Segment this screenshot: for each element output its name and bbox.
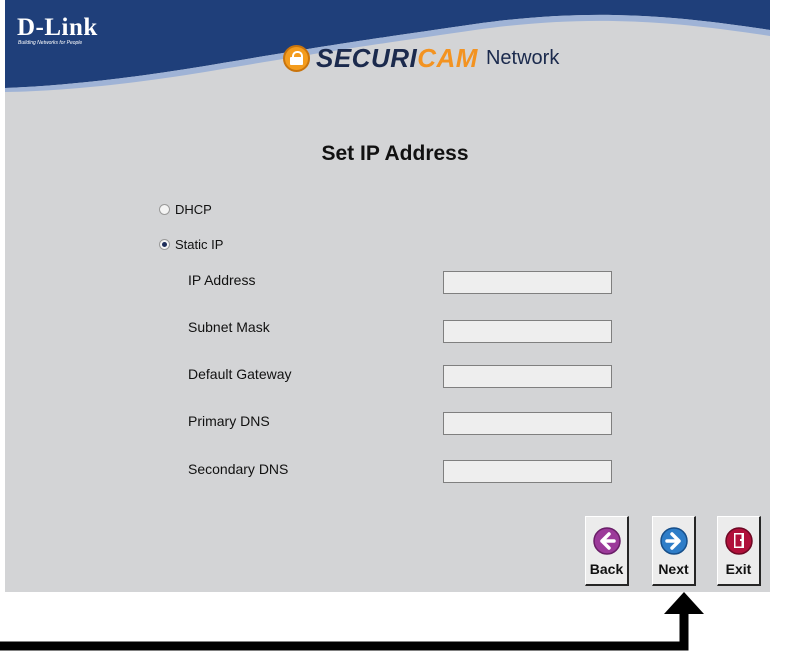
dhcp-label: DHCP [175, 202, 212, 217]
default-gateway-input[interactable] [443, 365, 612, 388]
dlink-logo: D-Link Building Networks for People [17, 14, 98, 46]
subnet-mask-label: Subnet Mask [188, 319, 270, 335]
primary-dns-label: Primary DNS [188, 413, 270, 429]
header-banner: D-Link Building Networks for People SECU… [5, 0, 770, 92]
ip-address-label: IP Address [188, 272, 256, 288]
setup-wizard-window: D-Link Building Networks for People SECU… [5, 0, 770, 592]
ip-address-input[interactable] [443, 271, 612, 294]
dhcp-radio[interactable] [159, 204, 170, 215]
left-arrow-circle-icon [592, 527, 621, 555]
subnet-mask-input[interactable] [443, 320, 612, 343]
back-button[interactable]: Back [585, 516, 629, 586]
secondary-dns-label: Secondary DNS [188, 461, 289, 477]
securicam-logo: SECURI CAM Network [283, 41, 559, 75]
product-name-part2: CAM [417, 42, 478, 73]
dhcp-option[interactable]: DHCP [159, 202, 212, 217]
exit-label: Exit [725, 561, 752, 577]
product-name-part1: SECURI [316, 42, 418, 73]
default-gateway-label: Default Gateway [188, 366, 292, 382]
exit-door-icon [724, 527, 753, 555]
exit-button[interactable]: Exit [717, 516, 761, 586]
page-title: Set IP Address [321, 142, 469, 165]
lock-icon [283, 44, 310, 72]
static-ip-option[interactable]: Static IP [159, 237, 223, 252]
next-label: Next [658, 561, 689, 577]
product-name-part3: Network [485, 46, 560, 69]
secondary-dns-input[interactable] [443, 460, 612, 483]
primary-dns-input[interactable] [443, 412, 612, 435]
right-arrow-circle-icon [659, 527, 688, 555]
static-ip-label: Static IP [175, 237, 224, 252]
brand-name: D-Link [17, 14, 98, 41]
static-ip-radio[interactable] [159, 239, 170, 250]
next-button[interactable]: Next [652, 516, 696, 586]
back-label: Back [589, 561, 624, 577]
arrow-head [664, 592, 704, 614]
